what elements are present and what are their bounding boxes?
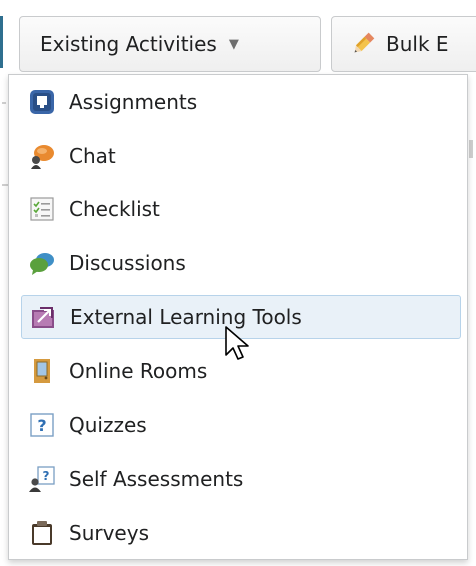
menu-item-discussions[interactable]: Discussions xyxy=(21,241,461,285)
menu-item-label: Surveys xyxy=(69,521,149,545)
menu-item-surveys[interactable]: Surveys xyxy=(21,511,461,555)
menu-item-assignments[interactable]: Assignments xyxy=(21,80,461,124)
self-assessments-icon: ? xyxy=(29,466,55,492)
existing-activities-button[interactable]: Existing Activities ▼ xyxy=(19,16,321,72)
discussions-icon xyxy=(29,250,55,276)
background-mark xyxy=(2,102,6,104)
mouse-cursor-icon xyxy=(225,326,249,360)
external-learning-tools-icon xyxy=(30,304,56,330)
quizzes-icon: ? xyxy=(29,412,55,438)
menu-item-label: Online Rooms xyxy=(69,359,208,383)
menu-item-label: Checklist xyxy=(69,197,160,221)
assignments-icon xyxy=(29,89,55,115)
left-accent-bar xyxy=(0,16,3,68)
pencil-icon xyxy=(354,32,375,53)
menu-item-self-assessments[interactable]: ? Self Assessments xyxy=(21,457,461,501)
menu-item-label: Chat xyxy=(69,144,116,168)
menu-item-label: External Learning Tools xyxy=(70,305,302,329)
menu-item-checklist[interactable]: Checklist xyxy=(21,187,461,231)
menu-item-label: Discussions xyxy=(69,251,186,275)
chat-icon xyxy=(29,143,55,169)
svg-text:?: ? xyxy=(37,416,46,435)
page: Existing Activities ▼ Bulk E Assignments… xyxy=(0,0,476,566)
checklist-icon xyxy=(29,196,55,222)
online-rooms-icon xyxy=(29,358,55,384)
chevron-down-icon: ▼ xyxy=(228,36,239,52)
bulk-edit-label: Bulk E xyxy=(386,32,449,56)
existing-activities-label: Existing Activities xyxy=(40,32,217,56)
surveys-icon xyxy=(29,520,55,546)
menu-item-label: Assignments xyxy=(69,90,198,114)
menu-item-label: Self Assessments xyxy=(69,467,244,491)
menu-item-label: Quizzes xyxy=(69,413,147,437)
menu-item-chat[interactable]: Chat xyxy=(21,134,461,178)
bulk-edit-button[interactable]: Bulk E xyxy=(331,16,476,72)
background-mark xyxy=(469,140,473,158)
svg-text:?: ? xyxy=(43,469,50,483)
existing-activities-menu: Assignments Chat Checklist Discussions E… xyxy=(8,74,468,560)
menu-item-quizzes[interactable]: ? Quizzes xyxy=(21,403,461,447)
